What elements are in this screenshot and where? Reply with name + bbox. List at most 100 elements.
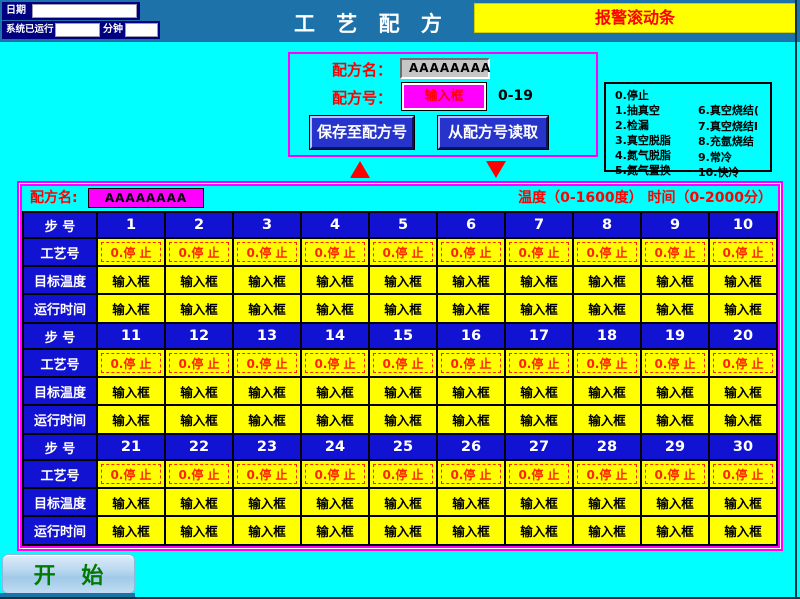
date-display [32,4,137,18]
target-temp-input-cell[interactable]: 输入框 [574,378,642,406]
process-select-cell[interactable]: 0.停 止 [166,239,234,267]
process-select-cell[interactable]: 0.停 止 [166,350,234,378]
target-temp-input-cell[interactable]: 输入框 [710,267,778,295]
run-time-input-cell[interactable]: 输入框 [642,517,710,546]
process-select-cell[interactable]: 0.停 止 [574,350,642,378]
target-temp-input-cell[interactable]: 输入框 [166,267,234,295]
process-select-cell[interactable]: 0.停 止 [166,461,234,489]
target-temp-input-cell[interactable]: 输入框 [302,378,370,406]
target-temp-input-cell[interactable]: 输入框 [234,489,302,517]
target-temp-input-cell[interactable]: 输入框 [506,489,574,517]
run-time-input-cell[interactable]: 输入框 [98,517,166,546]
process-select-cell[interactable]: 0.停 止 [302,461,370,489]
process-select-cell[interactable]: 0.停 止 [302,239,370,267]
run-time-input-cell[interactable]: 输入框 [574,517,642,546]
process-select-cell[interactable]: 0.停 止 [438,461,506,489]
process-select-cell[interactable]: 0.停 止 [710,350,778,378]
run-time-input-cell[interactable]: 输入框 [506,517,574,546]
start-button[interactable]: 开 始 [2,554,135,594]
process-select-cell[interactable]: 0.停 止 [98,461,166,489]
process-select-cell[interactable]: 0.停 止 [642,239,710,267]
process-select-cell[interactable]: 0.停 止 [710,461,778,489]
run-time-input-cell[interactable]: 输入框 [166,295,234,324]
process-select-cell[interactable]: 0.停 止 [574,461,642,489]
run-time-input-cell[interactable]: 输入框 [98,295,166,324]
process-select-cell[interactable]: 0.停 止 [98,350,166,378]
run-time-input-cell[interactable]: 输入框 [234,517,302,546]
target-temp-input-cell[interactable]: 输入框 [302,489,370,517]
process-select-cell[interactable]: 0.停 止 [234,461,302,489]
run-time-input-cell[interactable]: 输入框 [370,295,438,324]
target-temp-input-cell[interactable]: 输入框 [98,267,166,295]
target-temp-input-cell[interactable]: 输入框 [234,378,302,406]
recipe-number-input[interactable]: 输入框 [402,83,486,110]
target-temp-input-cell[interactable]: 输入框 [98,378,166,406]
target-temp-input-cell[interactable]: 输入框 [642,267,710,295]
run-time-input-cell[interactable]: 输入框 [302,295,370,324]
run-time-input-cell[interactable]: 输入框 [166,517,234,546]
target-temp-input-cell[interactable]: 输入框 [506,378,574,406]
process-select-cell[interactable]: 0.停 止 [302,350,370,378]
run-time-input-cell[interactable]: 输入框 [438,295,506,324]
table-recipe-name-input[interactable]: AAAAAAAA [88,188,204,208]
target-temp-input-cell[interactable]: 输入框 [370,267,438,295]
run-time-input-cell[interactable]: 输入框 [506,406,574,435]
run-time-input-cell[interactable]: 输入框 [302,517,370,546]
target-temp-input-cell[interactable]: 输入框 [506,267,574,295]
run-time-input-cell[interactable]: 输入框 [506,295,574,324]
process-select-cell[interactable]: 0.停 止 [506,461,574,489]
run-time-input-cell[interactable]: 输入框 [710,295,778,324]
target-temp-input-cell[interactable]: 输入框 [166,378,234,406]
run-time-input-cell[interactable]: 输入框 [710,517,778,546]
process-select-cell[interactable]: 0.停 止 [234,350,302,378]
process-select-cell[interactable]: 0.停 止 [370,461,438,489]
run-time-input-cell[interactable]: 输入框 [574,406,642,435]
run-time-input-cell[interactable]: 输入框 [234,406,302,435]
process-select-cell[interactable]: 0.停 止 [710,239,778,267]
process-select-cell[interactable]: 0.停 止 [574,239,642,267]
step-number-cell: 14 [302,324,370,350]
save-to-recipe-button[interactable]: 保存至配方号 [310,116,414,149]
target-temp-input-cell[interactable]: 输入框 [574,267,642,295]
run-time-input-cell[interactable]: 输入框 [370,517,438,546]
process-select-cell[interactable]: 0.停 止 [642,350,710,378]
target-temp-input-cell[interactable]: 输入框 [642,378,710,406]
run-time-input-cell[interactable]: 输入框 [370,406,438,435]
process-select-cell[interactable]: 0.停 止 [506,239,574,267]
target-temp-input-cell[interactable]: 输入框 [438,489,506,517]
step-number-cell: 22 [166,435,234,461]
process-select-cell[interactable]: 0.停 止 [98,239,166,267]
run-time-input-cell[interactable]: 输入框 [438,406,506,435]
target-temp-input-cell[interactable]: 输入框 [98,489,166,517]
target-temp-input-cell[interactable]: 输入框 [642,489,710,517]
recipe-panel: 配方名： AAAAAAAA 配方号： 输入框 0-19 保存至配方号 从配方号读… [288,52,598,157]
run-time-input-cell[interactable]: 输入框 [302,406,370,435]
run-time-input-cell[interactable]: 输入框 [710,406,778,435]
process-select-cell[interactable]: 0.停 止 [438,239,506,267]
run-time-input-cell[interactable]: 输入框 [98,406,166,435]
target-temp-input-cell[interactable]: 输入框 [574,489,642,517]
run-time-input-cell[interactable]: 输入框 [438,517,506,546]
process-select-cell[interactable]: 0.停 止 [234,239,302,267]
run-time-input-cell[interactable]: 输入框 [642,406,710,435]
process-select-cell[interactable]: 0.停 止 [642,461,710,489]
recipe-name-input[interactable]: AAAAAAAA [400,58,490,79]
target-temp-input-cell[interactable]: 输入框 [710,489,778,517]
process-select-cell[interactable]: 0.停 止 [370,350,438,378]
target-temp-input-cell[interactable]: 输入框 [234,267,302,295]
process-select-cell[interactable]: 0.停 止 [438,350,506,378]
run-time-input-cell[interactable]: 输入框 [234,295,302,324]
run-time-input-cell[interactable]: 输入框 [574,295,642,324]
run-time-input-cell[interactable]: 输入框 [642,295,710,324]
process-select-cell[interactable]: 0.停 止 [370,239,438,267]
target-temp-input-cell[interactable]: 输入框 [370,378,438,406]
target-temp-input-cell[interactable]: 输入框 [166,489,234,517]
process-select-cell[interactable]: 0.停 止 [506,350,574,378]
target-temp-input-cell[interactable]: 输入框 [370,489,438,517]
target-temp-input-cell[interactable]: 输入框 [302,267,370,295]
run-time-input-cell[interactable]: 输入框 [166,406,234,435]
load-from-recipe-button[interactable]: 从配方号读取 [438,116,548,149]
target-temp-input-cell[interactable]: 输入框 [710,378,778,406]
target-temp-input-cell[interactable]: 输入框 [438,378,506,406]
target-temp-input-cell[interactable]: 输入框 [438,267,506,295]
